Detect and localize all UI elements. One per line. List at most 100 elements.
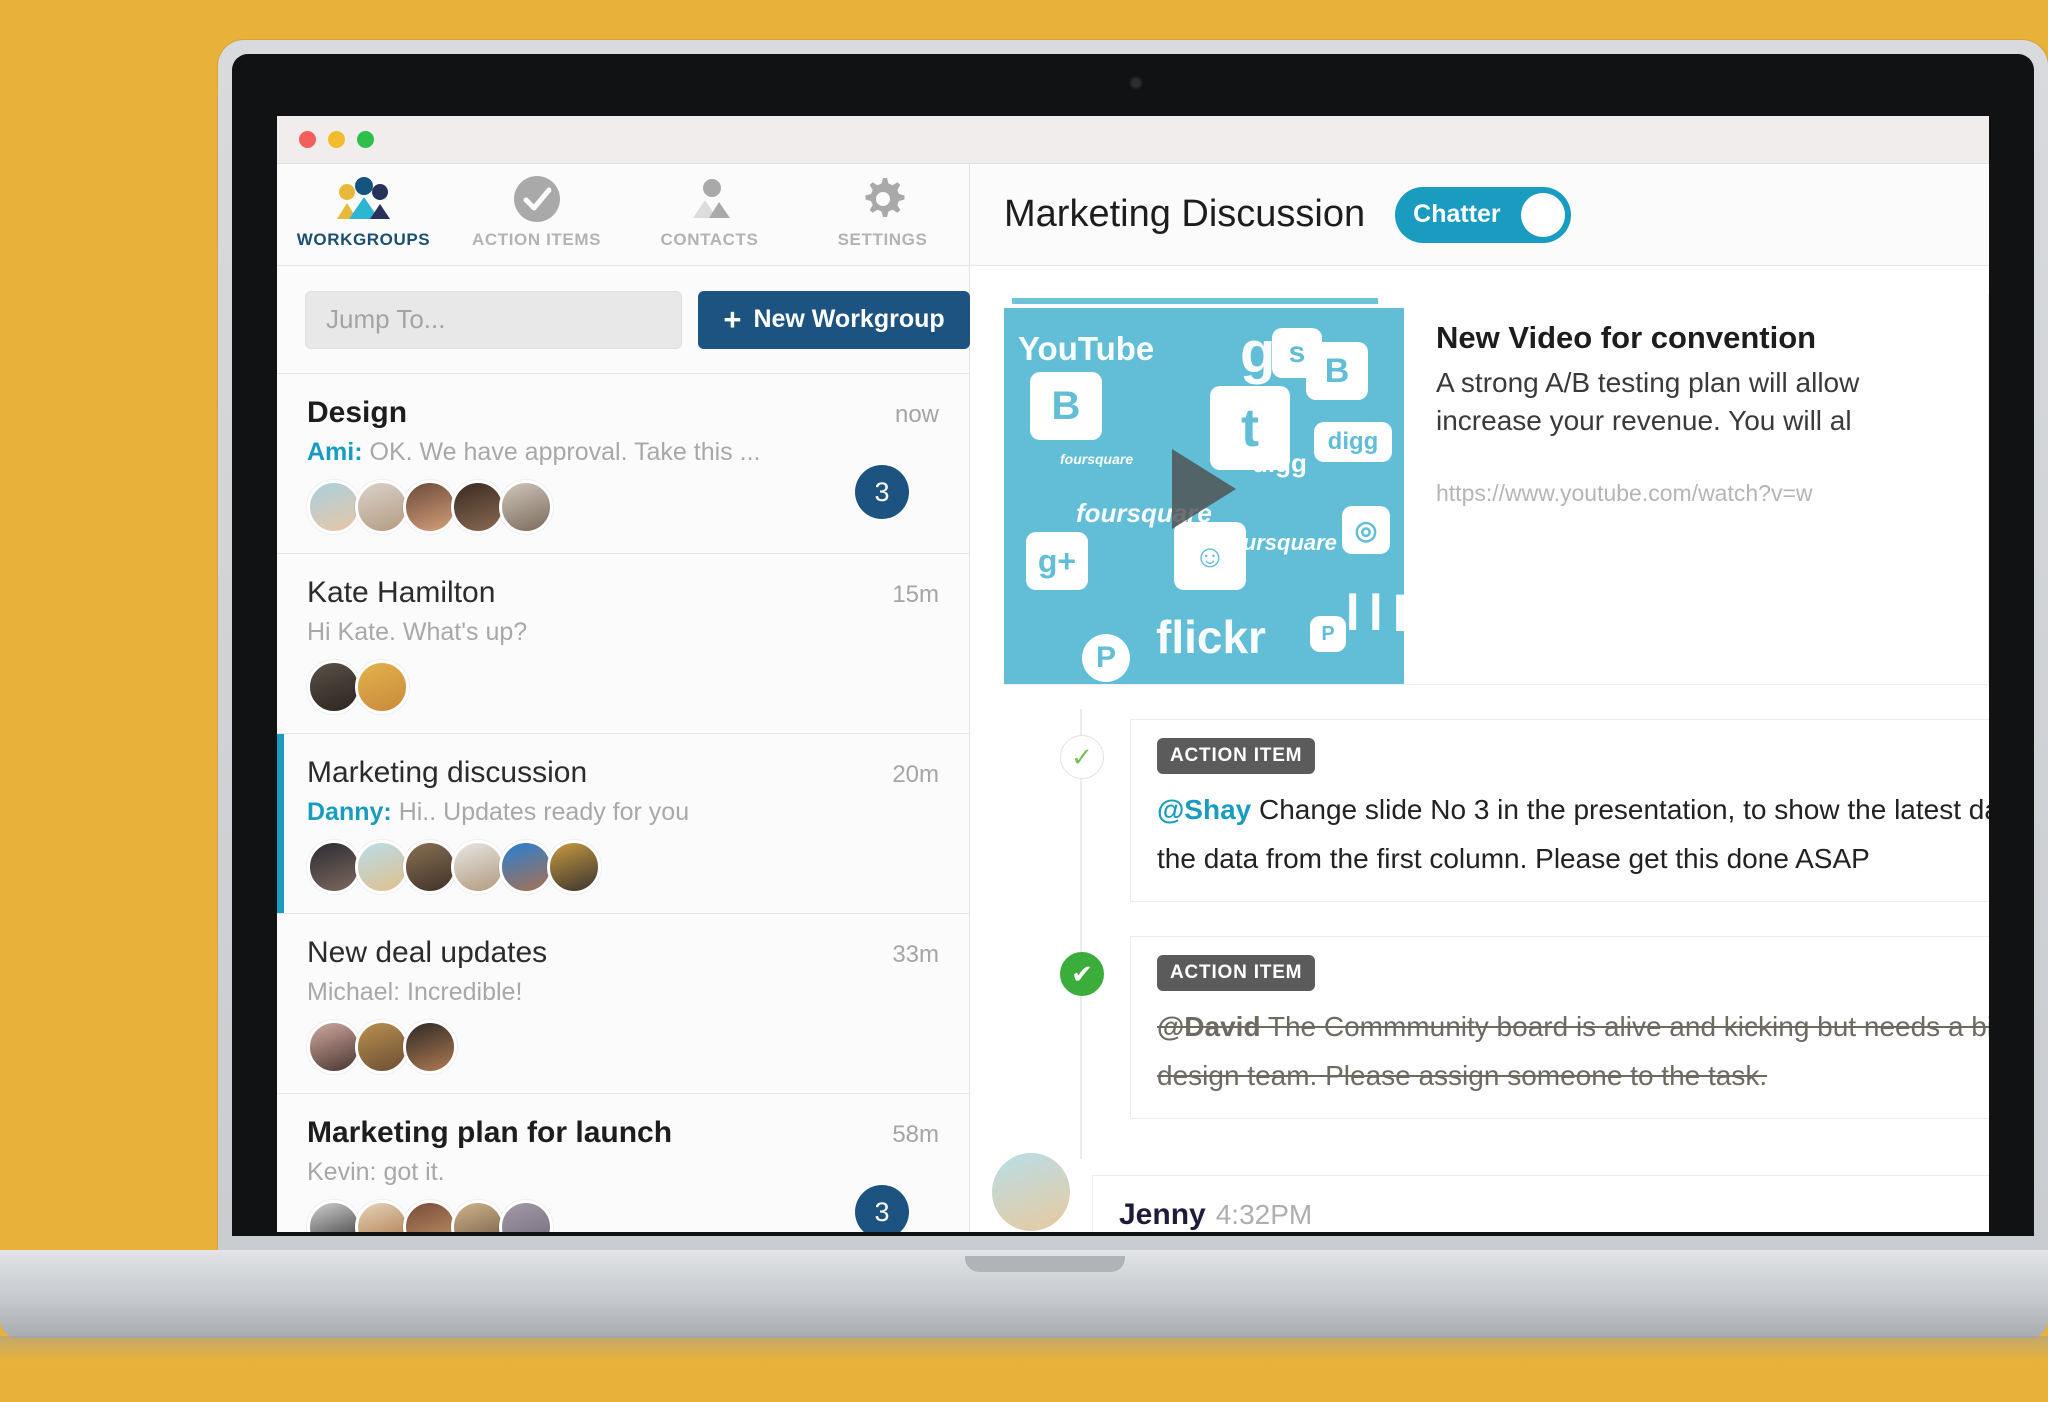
blogger-logo: B <box>1030 372 1102 440</box>
conversation-time: 33m <box>892 941 939 968</box>
video-thumbnail[interactable]: YouTube B foursquare foursquare g+ g s B… <box>1004 294 1404 684</box>
message-time: 4:32PM <box>1215 1199 1313 1231</box>
action-item-card[interactable]: ACTION ITEM @David The Commmunity board … <box>1130 936 1989 1120</box>
avatar <box>992 1153 1070 1232</box>
list-item[interactable]: Marketing discussion 20m Danny: Hi.. Upd… <box>277 734 969 914</box>
conversation-time: 15m <box>892 581 939 608</box>
action-item-body: Change slide No 3 in the presentation, t… <box>1259 794 1989 825</box>
avatar <box>355 480 409 534</box>
sidebar: WORKGROUPS ACTION ITEMS CONTACTS SETTING… <box>277 164 970 1232</box>
conversation-snippet: Danny: Hi.. Updates ready for you <box>307 798 939 827</box>
nav-item-workgroups[interactable]: WORKGROUPS <box>277 176 450 250</box>
conversation-preview: OK. We have approval. Take this ... <box>369 438 761 466</box>
avatar <box>307 480 361 534</box>
conversation-title: Design <box>307 396 408 429</box>
action-item-text-line2: design team. Please assign someone to th… <box>1157 1059 1768 1091</box>
digg-logo-2: digg <box>1252 448 1307 478</box>
avatar <box>355 1200 409 1232</box>
search-input[interactable] <box>305 290 682 349</box>
zoom-button[interactable] <box>357 131 374 148</box>
nav-label-settings: SETTINGS <box>837 230 928 249</box>
action-item-card[interactable]: ACTION ITEM @Shay Change slide No 3 in t… <box>1130 719 1989 903</box>
chat-header: Marketing Discussion Chatter <box>970 164 1989 266</box>
close-button[interactable] <box>299 131 316 148</box>
action-item-tag: ACTION ITEM <box>1157 738 1316 774</box>
nav-label-action-items: ACTION ITEMS <box>471 230 602 249</box>
conversation-time: 58m <box>892 1121 939 1148</box>
nav-item-action-items[interactable]: ACTION ITEMS <box>450 176 623 250</box>
sidebar-toolbar: + New Workgroup <box>277 266 970 374</box>
mention-shay[interactable]: @Shay <box>1157 794 1251 825</box>
conversation-snippet: Michael: Incredible! <box>307 978 939 1007</box>
list-item[interactable]: New deal updates 33m Michael: Incredible… <box>277 914 969 1094</box>
conversation-preview: Hi.. Updates ready for you <box>398 798 690 826</box>
webcam-icon <box>1129 76 1143 90</box>
video-url[interactable]: https://www.youtube.com/watch?v=w <box>1436 480 1958 507</box>
google-g-logo: g <box>1240 320 1276 385</box>
avatar <box>451 840 505 894</box>
minimize-button[interactable] <box>328 131 345 148</box>
video-preview-card[interactable]: YouTube B foursquare foursquare g+ g s B… <box>1004 294 1989 685</box>
message-stream[interactable]: YouTube B foursquare foursquare g+ g s B… <box>970 266 1989 1232</box>
avatar <box>547 840 601 894</box>
conversation-sender: Ami: <box>307 438 363 466</box>
avatar <box>355 1020 409 1074</box>
instagram-logo: ◎ <box>1342 506 1390 554</box>
participant-avatars <box>307 659 939 715</box>
conversation-title: Marketing plan for launch <box>307 1116 673 1149</box>
new-workgroup-button[interactable]: + New Workgroup <box>698 290 970 349</box>
conversation-list[interactable]: Design now Ami: OK. We have approval. Ta… <box>277 374 969 1232</box>
list-item[interactable]: Marketing plan for launch 58m Kevin: got… <box>277 1094 969 1232</box>
avatar <box>307 1200 361 1232</box>
mention-david[interactable]: @David <box>1157 1011 1261 1042</box>
play-icon[interactable] <box>1172 449 1236 529</box>
blogger-logo-2: B <box>1306 342 1368 400</box>
chatter-toggle[interactable]: Chatter <box>1395 186 1572 243</box>
avatar <box>499 1200 553 1232</box>
nav-item-settings[interactable]: SETTINGS <box>796 176 969 250</box>
action-items-section: ✓ ACTION ITEM @Shay Change slide No 3 in… <box>970 709 1989 1160</box>
unread-badge: 3 <box>855 1185 909 1232</box>
action-item-checkbox[interactable]: ✔ <box>1060 952 1104 997</box>
soundcloud-logo: ▎▎▌▊ <box>1350 596 1404 629</box>
conversation-snippet: Hi Kate. What's up? <box>307 618 939 647</box>
flickr-logo: flickr <box>1156 611 1266 663</box>
message-author: Jenny <box>1119 1198 1206 1232</box>
youtube-logo: YouTube <box>1018 330 1155 367</box>
foursquare-logo-small: foursquare <box>1060 451 1134 467</box>
action-item-text: @David The Commmunity board is alive and… <box>1157 1007 1989 1048</box>
action-item-checkbox[interactable]: ✓ <box>1060 735 1104 779</box>
participant-avatars <box>307 839 939 895</box>
action-item-tag: ACTION ITEM <box>1157 955 1316 992</box>
nav-item-contacts[interactable]: CONTACTS <box>623 176 796 250</box>
conversation-time: now <box>894 401 939 428</box>
googleplus-logo: g+ <box>1026 532 1088 590</box>
page-title: Marketing Discussion <box>1004 193 1366 235</box>
conversation-sender: Michael: <box>307 978 401 1006</box>
chat-panel: Marketing Discussion Chatter YouTube B f <box>970 164 1989 1232</box>
list-item[interactable]: Kate Hamilton 15m Hi Kate. What's up? <box>277 554 969 734</box>
laptop-mockup: WORKGROUPS ACTION ITEMS CONTACTS SETTING… <box>0 0 2048 1402</box>
action-item-row: ✓ ACTION ITEM @Shay Change slide No 3 in… <box>1004 719 1989 903</box>
new-workgroup-label: New Workgroup <box>753 305 945 333</box>
avatar <box>307 840 361 894</box>
conversation-title: Kate Hamilton <box>307 576 496 609</box>
avatar <box>307 660 361 714</box>
check-circle-icon <box>513 176 560 222</box>
laptop-notch <box>965 1256 1125 1272</box>
avatar <box>451 480 505 534</box>
conversation-preview: Incredible! <box>407 978 523 1006</box>
participant-avatars: 3 <box>307 1185 939 1232</box>
chatter-toggle-label: Chatter <box>1413 200 1501 228</box>
avatar <box>355 660 409 714</box>
conversation-snippet: Kevin: got it. <box>307 1158 939 1187</box>
pinterest-logo: P <box>1082 634 1130 682</box>
window-titlebar <box>277 116 1989 164</box>
action-item-row: ✔ ACTION ITEM @David The Commmunity boar… <box>1004 936 1989 1120</box>
list-item[interactable]: Design now Ami: OK. We have approval. Ta… <box>277 374 969 554</box>
toggle-knob <box>1521 192 1566 237</box>
action-item-text-line2: the data from the first column. Please g… <box>1157 842 1870 874</box>
chat-message-card[interactable]: Jenny 4:32PM <box>1092 1175 1989 1232</box>
app-screen: WORKGROUPS ACTION ITEMS CONTACTS SETTING… <box>277 116 1989 1232</box>
reddit-logo: ☺ <box>1174 522 1246 590</box>
